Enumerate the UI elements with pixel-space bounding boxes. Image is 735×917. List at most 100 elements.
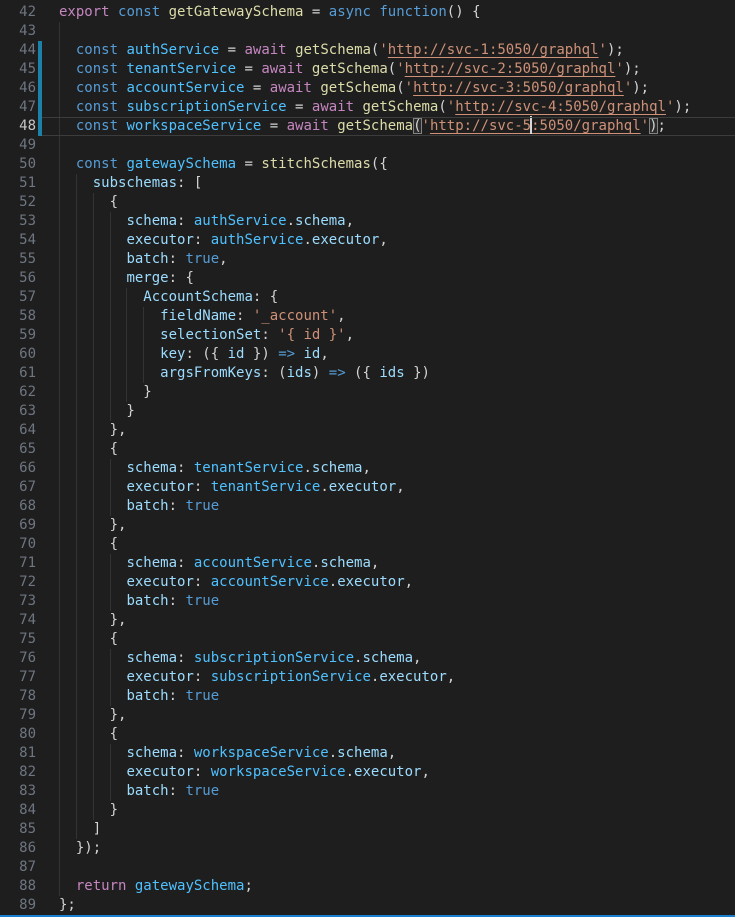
code-line-content[interactable]: }, [59,706,735,725]
gutter-decorations[interactable] [36,497,59,516]
gutter-decorations[interactable] [36,554,59,573]
gutter-decorations[interactable] [36,136,59,155]
line-number[interactable]: 42 [0,3,36,22]
gutter-decorations[interactable] [36,516,59,535]
gutter-decorations[interactable] [36,3,59,22]
line-number[interactable]: 87 [0,858,36,877]
code-line-content[interactable]: { [59,630,735,649]
gutter-decorations[interactable] [36,383,59,402]
code-line-content[interactable]: }, [59,421,735,440]
line-number[interactable]: 62 [0,383,36,402]
code-line-content[interactable]: fieldName: '_account', [59,307,735,326]
line-number[interactable]: 56 [0,269,36,288]
gutter-decorations[interactable] [36,573,59,592]
line-number[interactable]: 63 [0,402,36,421]
code-line-content[interactable]: ] [59,820,735,839]
gutter-decorations[interactable] [36,459,59,478]
line-number[interactable]: 74 [0,611,36,630]
gutter-decorations[interactable] [36,231,59,250]
gutter-decorations[interactable] [36,611,59,630]
code-line-content[interactable]: schema: accountService.schema, [59,554,735,573]
line-number[interactable]: 53 [0,212,36,231]
code-line-content[interactable]: const subscriptionService = await getSch… [59,98,735,117]
code-line-content[interactable]: batch: true [59,592,735,611]
code-line-content[interactable]: executor: accountService.executor, [59,573,735,592]
code-line-content[interactable] [59,22,735,41]
line-number[interactable]: 48 [0,117,36,136]
line-number[interactable]: 86 [0,839,36,858]
gutter-decorations[interactable] [36,193,59,212]
code-line-content[interactable]: }, [59,516,735,535]
gutter-decorations[interactable] [36,288,59,307]
gutter-decorations[interactable] [36,79,59,98]
line-number[interactable]: 82 [0,763,36,782]
gutter-decorations[interactable] [36,725,59,744]
line-number[interactable]: 69 [0,516,36,535]
code-line-content[interactable]: } [59,383,735,402]
line-number[interactable]: 65 [0,440,36,459]
line-number[interactable]: 88 [0,877,36,896]
line-number[interactable]: 79 [0,706,36,725]
gutter-decorations[interactable] [36,250,59,269]
code-line-content[interactable]: schema: workspaceService.schema, [59,744,735,763]
gutter-decorations[interactable] [36,60,59,79]
line-number[interactable]: 83 [0,782,36,801]
gutter-decorations[interactable] [36,782,59,801]
line-number[interactable]: 43 [0,22,36,41]
gutter-decorations[interactable] [36,820,59,839]
gutter-decorations[interactable] [36,668,59,687]
line-number[interactable]: 60 [0,345,36,364]
line-number[interactable]: 55 [0,250,36,269]
line-number[interactable]: 72 [0,573,36,592]
gutter-decorations[interactable] [36,592,59,611]
code-line-content[interactable]: { [59,725,735,744]
line-number[interactable]: 77 [0,668,36,687]
line-number[interactable]: 51 [0,174,36,193]
line-number[interactable]: 84 [0,801,36,820]
gutter-decorations[interactable] [36,687,59,706]
line-number[interactable]: 75 [0,630,36,649]
gutter-decorations[interactable] [36,22,59,41]
line-number[interactable]: 67 [0,478,36,497]
code-line-content[interactable]: batch: true [59,687,735,706]
gutter-decorations[interactable] [36,839,59,858]
line-number[interactable]: 70 [0,535,36,554]
line-number[interactable]: 89 [0,896,36,915]
line-number[interactable]: 44 [0,41,36,60]
gutter-decorations[interactable] [36,174,59,193]
gutter-decorations[interactable] [36,896,59,915]
line-number[interactable]: 80 [0,725,36,744]
code-line-content[interactable]: schema: tenantService.schema, [59,459,735,478]
code-line-content[interactable]: merge: { [59,269,735,288]
gutter-decorations[interactable] [36,345,59,364]
gutter-decorations[interactable] [36,649,59,668]
line-number[interactable]: 54 [0,231,36,250]
line-number[interactable]: 45 [0,60,36,79]
code-line-content[interactable]: argsFromKeys: (ids) => ({ ids }) [59,364,735,383]
line-number[interactable]: 57 [0,288,36,307]
gutter-decorations[interactable] [36,307,59,326]
gutter-decorations[interactable] [36,326,59,345]
code-line-content[interactable]: executor: tenantService.executor, [59,478,735,497]
line-number[interactable]: 66 [0,459,36,478]
line-number[interactable]: 59 [0,326,36,345]
code-line-content[interactable]: selectionSet: '{ id }', [59,326,735,345]
gutter-decorations[interactable] [36,364,59,383]
gutter-decorations[interactable] [36,706,59,725]
code-line-content[interactable]: subschemas: [ [59,174,735,193]
code-line-content[interactable]: batch: true, [59,250,735,269]
line-number[interactable]: 81 [0,744,36,763]
code-line-content[interactable]: batch: true [59,782,735,801]
line-number[interactable]: 71 [0,554,36,573]
line-number[interactable]: 46 [0,79,36,98]
code-line-content[interactable]: const workspaceService = await getSchema… [59,117,735,136]
code-line-content[interactable]: } [59,801,735,820]
gutter-decorations[interactable] [36,440,59,459]
line-number[interactable]: 64 [0,421,36,440]
code-line-content[interactable]: { [59,440,735,459]
line-number[interactable]: 49 [0,136,36,155]
code-line-content[interactable]: }; [59,896,735,915]
line-number[interactable]: 50 [0,155,36,174]
gutter-decorations[interactable] [36,801,59,820]
code-line-content[interactable]: const gatewaySchema = stitchSchemas({ [59,155,735,174]
